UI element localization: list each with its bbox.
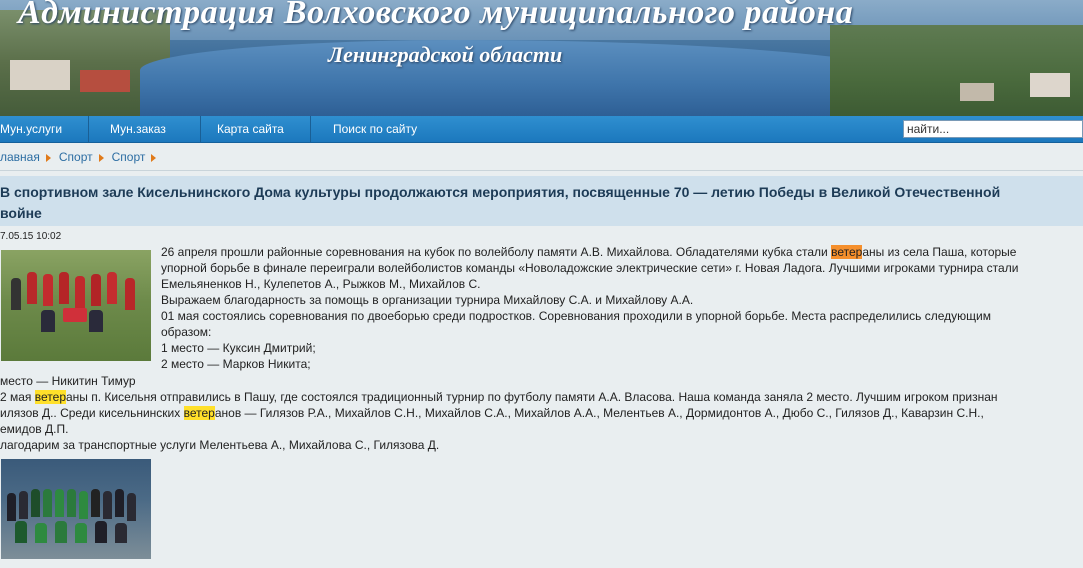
article-text-line: 01 мая состоялись соревнования по двоебо… <box>161 309 991 323</box>
article-title: В спортивном зале Кисельнинского Дома ку… <box>0 184 1001 221</box>
banner-house <box>1030 73 1070 97</box>
photo-figure <box>79 491 88 519</box>
article-text-line: илязов Д.. Среди кисельнинских ветеранов… <box>0 406 984 420</box>
article-text-line: образом: <box>161 325 212 339</box>
photo-figure <box>19 491 28 519</box>
breadcrumb-arrow-icon <box>98 153 104 162</box>
photo-figure <box>59 272 69 304</box>
article-text-line: 1 место — Куксин Дмитрий; <box>161 341 316 355</box>
article-text-line: место — Никитин Тимур <box>0 374 136 388</box>
photo-figure <box>7 493 16 521</box>
banner-house <box>80 70 130 92</box>
photo-figure <box>115 489 124 517</box>
breadcrumb-arrow-icon <box>151 153 157 162</box>
nav-item-site-map[interactable]: Карта сайта <box>201 116 311 142</box>
breadcrumb-home-link[interactable]: лавная <box>0 150 40 164</box>
nav-item-mun-zakaz[interactable]: Мун.заказ <box>89 116 201 142</box>
photo-figure <box>95 521 107 543</box>
photo-figure <box>91 274 101 306</box>
breadcrumb-arrow-icon <box>45 153 51 162</box>
photo-figure <box>75 276 85 308</box>
photo-figure <box>15 521 27 543</box>
photo-figure <box>55 489 64 517</box>
main-nav: Мун.услуги Мун.заказ Карта сайта Поиск п… <box>0 116 1083 143</box>
photo-figure <box>41 310 55 332</box>
photo-figure <box>11 278 21 310</box>
article-text-line: емидов Д.П. <box>0 422 69 436</box>
football-team-photo <box>1 459 151 559</box>
photo-figure <box>31 489 40 517</box>
banner-house <box>960 83 994 101</box>
site-title: Администрация Волховского муниципального… <box>18 0 854 31</box>
photo-figure <box>27 272 37 304</box>
volleyball-team-photo <box>1 250 151 361</box>
article-text-line: 2 мая ветераны п. Кисельня отправились в… <box>0 390 998 404</box>
article-text-line: Емельяненков Н., Кулепетов А., Рыжков М.… <box>161 277 481 291</box>
photo-figure <box>89 310 103 332</box>
banner-house <box>10 60 70 90</box>
photo-figure <box>43 274 53 306</box>
photo-figure <box>55 521 67 543</box>
article-headline: В спортивном зале Кисельнинского Дома ку… <box>0 176 1083 226</box>
breadcrumb-sport-link[interactable]: Спорт <box>59 150 93 164</box>
article-text-line: упорной борьбе в финале переиграли волей… <box>161 261 1019 275</box>
header-banner: Администрация Волховского муниципального… <box>0 0 1083 116</box>
breadcrumb-sport-link[interactable]: Спорт <box>112 150 146 164</box>
photo-figure <box>127 493 136 521</box>
photo-figure <box>91 489 100 517</box>
photo-figure <box>115 523 127 543</box>
breadcrumb: лавная Спорт Спорт <box>0 144 1083 171</box>
article-date: 7.05.15 10:02 <box>0 231 62 242</box>
nav-item-site-search[interactable]: Поиск по сайту <box>311 116 451 142</box>
site-subtitle: Ленинградской области <box>328 42 563 67</box>
search-highlight: ветер <box>34 390 66 404</box>
photo-figure <box>43 489 52 517</box>
search-highlight: ветер <box>183 406 215 420</box>
photo-table <box>63 308 87 322</box>
nav-item-mun-uslugi[interactable]: Мун.услуги <box>0 116 89 142</box>
photo-figure <box>67 489 76 517</box>
search-highlight: ветер <box>831 245 863 259</box>
article-text-line: Выражаем благодарность за помощь в орган… <box>161 293 694 307</box>
photo-figure <box>75 523 87 543</box>
banner-right-bank <box>830 25 1083 116</box>
article-text-line: 26 апреля прошли районные соревнования н… <box>161 245 1017 259</box>
article-text-line: лагодарим за транспортные услуги Меленть… <box>0 438 440 452</box>
photo-figure <box>125 278 135 310</box>
article-text-line: 2 место — Марков Никита; <box>161 357 311 371</box>
photo-figure <box>35 523 47 543</box>
photo-figure <box>107 272 117 304</box>
photo-figure <box>103 491 112 519</box>
search-input[interactable] <box>903 120 1083 138</box>
